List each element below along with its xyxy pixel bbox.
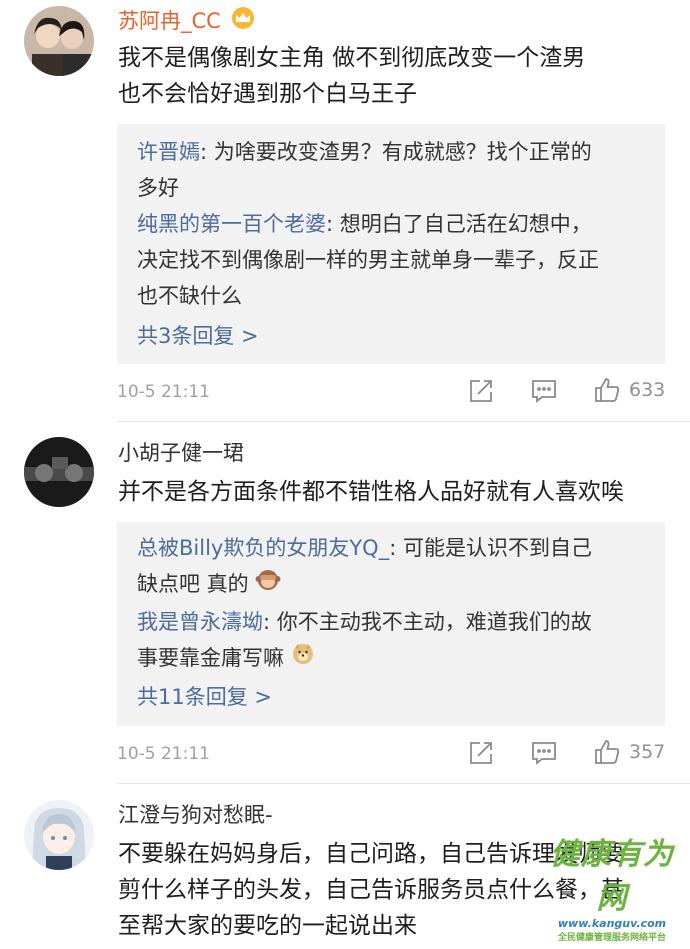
timestamp: 10-5 21:11 (117, 744, 210, 764)
comment-icon (532, 742, 556, 765)
reply-box[interactable]: 总被Billy欺负的女朋友YQ_: 可能是认识不到自己 缺点吧 真的 我是曾永濤… (117, 522, 665, 726)
site-watermark: 健康有为网 www.kanguv.com 全民健康管理服务网络平台 (542, 829, 682, 943)
timestamp: 10-5 21:11 (117, 382, 210, 402)
share-icon (470, 380, 492, 402)
reply-item[interactable]: 我是曾永濤坳: 你不主动我不主动，难道我们的故 事要靠金庸写嘛 (137, 604, 647, 677)
thumbs-up-icon (595, 378, 620, 402)
username[interactable]: 江澄与狗对愁眠- (118, 800, 273, 830)
comment-text: 我不是偶像剧女主角 做不到彻底改变一个渣男 也不会恰好遇到那个白马王子 (118, 45, 586, 107)
see-no-evil-monkey-emoji (255, 567, 281, 603)
avatar[interactable] (24, 800, 94, 870)
comment-button[interactable] (530, 740, 558, 766)
username[interactable]: 小胡子健一珺 (118, 438, 244, 468)
divider (117, 783, 690, 784)
comment-icon (532, 380, 556, 403)
watermark-subtitle: 全民健康管理服务网络平台 (557, 933, 666, 943)
like-count: 633 (629, 379, 666, 401)
like-count: 357 (629, 741, 666, 763)
more-replies-link[interactable]: 共3条回复 > (137, 321, 259, 351)
reply-item[interactable]: 总被Billy欺负的女朋友YQ_: 可能是认识不到自己 缺点吧 真的 (137, 530, 647, 603)
avatar[interactable] (24, 6, 94, 76)
thumbs-up-icon (595, 740, 620, 764)
share-icon (470, 742, 492, 764)
comment-button[interactable] (530, 378, 558, 404)
watermark-url: www.kanguv.com (557, 917, 667, 930)
share-button[interactable] (468, 378, 494, 404)
avatar[interactable] (24, 437, 94, 507)
divider (117, 421, 690, 422)
username[interactable]: 苏阿冉_CC (118, 6, 256, 38)
watermark-title: 健康有为网 (550, 837, 674, 916)
share-button[interactable] (468, 740, 494, 766)
reply-item[interactable]: 许晋嫣: 为啥要改变渣男？有成就感？找个正常的 多好 (137, 134, 647, 206)
comment-text: 并不是各方面条件都不错性格人品好就有人喜欢唉 (118, 479, 624, 505)
doge-emoji (291, 641, 315, 677)
more-replies-link[interactable]: 共11条回复 > (137, 682, 272, 712)
reply-item[interactable]: 纯黑的第一百个老婆: 想明白了自己活在幻想中， 决定找不到偶像剧一样的男主就单身… (137, 206, 647, 314)
like-button[interactable]: 633 (593, 376, 665, 404)
reply-box[interactable]: 许晋嫣: 为啥要改变渣男？有成就感？找个正常的 多好 纯黑的第一百个老婆: 想明… (117, 124, 665, 364)
crown-icon (230, 6, 256, 38)
like-button[interactable]: 357 (593, 738, 665, 766)
